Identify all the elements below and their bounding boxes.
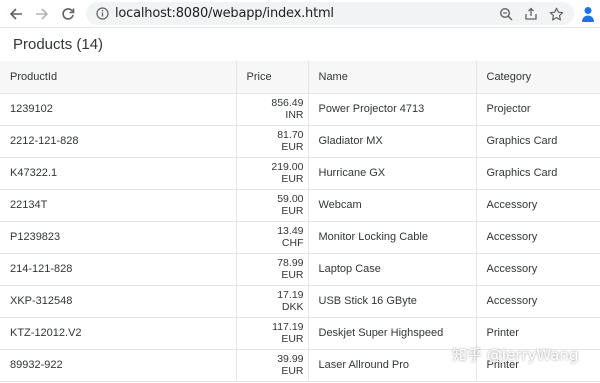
cell-price: 117.19 EUR [235, 317, 308, 350]
cell-category: Accessory [475, 221, 600, 254]
cell-price: 219.00 EUR [235, 157, 308, 190]
cell-name: Hurricane GX [307, 157, 476, 190]
table-row[interactable]: K47322.1 219.00 EUR Hurricane GX Graphics… [0, 157, 600, 190]
cell-product-id: XKP-312548 [0, 285, 236, 318]
price-value: 219.00 [271, 161, 304, 173]
page-title: Products (14) [13, 36, 104, 53]
cell-name: USB Stick 16 GByte [307, 285, 476, 318]
price-currency: DKK [281, 301, 304, 313]
cell-product-id: 2212-121-828 [0, 125, 236, 158]
cell-category: Projector [475, 93, 600, 126]
reload-icon[interactable] [58, 4, 78, 24]
column-header-category[interactable]: Category [475, 61, 600, 94]
watermark-text: 知乎 @JerryWang [452, 346, 579, 364]
cell-category: Accessory [475, 285, 600, 318]
products-table-container: ProductId Price Name Category 1239102 85… [0, 61, 600, 383]
cell-product-id: K47322.1 [0, 157, 236, 190]
address-bar[interactable]: localhost:8080/webapp/index.html [86, 2, 574, 25]
back-arrow-icon[interactable] [6, 4, 26, 24]
share-icon[interactable] [523, 6, 539, 22]
cell-category: Graphics Card [475, 125, 600, 158]
cell-price: 81.70 EUR [235, 125, 308, 158]
price-currency: EUR [281, 269, 304, 281]
column-header-productid[interactable]: ProductId [0, 61, 236, 94]
cell-price: 78.99 EUR [235, 253, 308, 286]
column-header-price[interactable]: Price [235, 61, 308, 94]
price-value: 856.49 [271, 97, 304, 109]
column-header-name[interactable]: Name [307, 61, 476, 94]
forward-arrow-icon[interactable] [32, 4, 52, 24]
table-header-row: ProductId Price Name Category [0, 61, 600, 94]
cell-price: 39.99 EUR [235, 349, 308, 382]
price-value: 39.99 [277, 353, 304, 365]
price-value: 81.70 [277, 129, 304, 141]
cell-name: Monitor Locking Cable [307, 221, 476, 254]
cell-name: Power Projector 4713 [307, 93, 476, 126]
cell-product-id: P1239823 [0, 221, 236, 254]
price-value: 13.49 [277, 225, 304, 237]
price-currency: EUR [281, 333, 304, 345]
price-currency: INR [285, 109, 304, 121]
price-currency: EUR [281, 365, 304, 377]
cell-category: Accessory [475, 253, 600, 286]
cell-name: Deskjet Super Highspeed [307, 317, 476, 350]
bookmark-star-icon[interactable] [548, 6, 564, 22]
cell-product-id: 214-121-828 [0, 253, 236, 286]
browser-toolbar: localhost:8080/webapp/index.html [0, 0, 600, 28]
price-value: 117.19 [272, 321, 304, 333]
zoom-icon[interactable] [498, 6, 514, 22]
cell-name: Gladiator MX [307, 125, 476, 158]
cell-price: 17.19 DKK [235, 285, 308, 318]
info-icon[interactable] [95, 6, 110, 21]
table-row[interactable]: XKP-312548 17.19 DKK USB Stick 16 GByte A… [0, 285, 600, 318]
products-table: ProductId Price Name Category 1239102 85… [0, 61, 600, 382]
cell-price: 13.49 CHF [235, 221, 308, 254]
profile-icon[interactable] [580, 5, 596, 23]
table-row[interactable]: 22134T 59.00 EUR Webcam Accessory [0, 189, 600, 222]
cell-price: 856.49 INR [235, 93, 308, 126]
cell-name: Webcam [307, 189, 476, 222]
table-row[interactable]: 1239102 856.49 INR Power Projector 4713 P… [0, 93, 600, 126]
price-currency: EUR [281, 173, 304, 185]
cell-price: 59.00 EUR [235, 189, 308, 222]
cell-category: Accessory [475, 189, 600, 222]
table-row[interactable]: 214-121-828 78.99 EUR Laptop Case Accesso… [0, 253, 600, 286]
cell-product-id: 89932-922 [0, 349, 236, 382]
price-currency: EUR [281, 205, 304, 217]
cell-product-id: KTZ-12012.V2 [0, 317, 236, 350]
price-value: 78.99 [277, 257, 304, 269]
price-currency: CHF [281, 237, 304, 249]
price-currency: EUR [281, 141, 304, 153]
price-value: 59.00 [277, 193, 304, 205]
table-row[interactable]: 2212-121-828 81.70 EUR Gladiator MX Graph… [0, 125, 600, 158]
cell-name: Laptop Case [307, 253, 476, 286]
cell-category: Graphics Card [475, 157, 600, 190]
table-row[interactable]: P1239823 13.49 CHF Monitor Locking Cable … [0, 221, 600, 254]
page-header: Products (14) [0, 28, 600, 61]
cell-product-id: 22134T [0, 189, 236, 222]
url-text[interactable]: localhost:8080/webapp/index.html [115, 6, 334, 21]
price-value: 17.19 [277, 289, 304, 301]
cell-name: Laser Allround Pro [307, 349, 476, 382]
cell-product-id: 1239102 [0, 93, 236, 126]
